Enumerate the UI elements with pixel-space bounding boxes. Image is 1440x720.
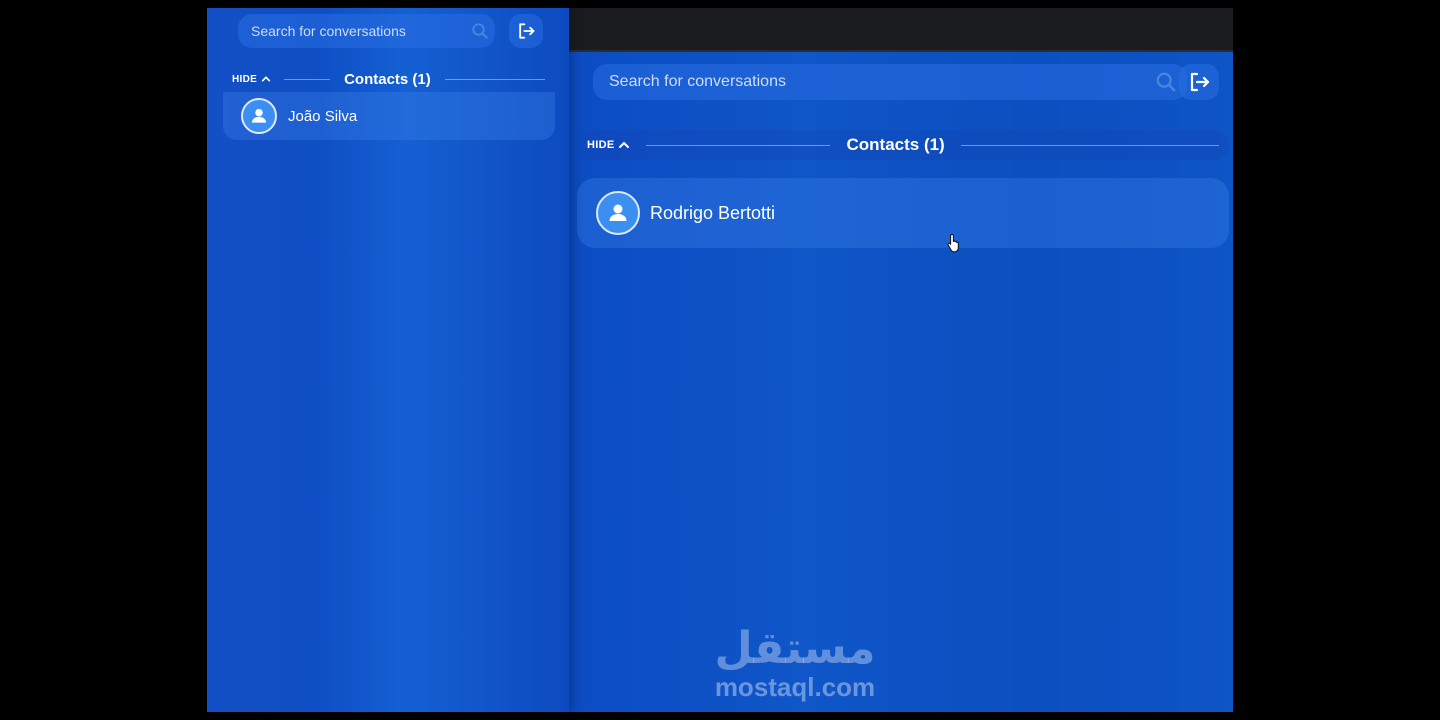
logout-icon — [1187, 70, 1211, 94]
main-contacts-header: HIDE Contacts (1) — [577, 130, 1229, 160]
search-icon[interactable] — [1155, 71, 1177, 93]
app-window: ions HIDE Contacts (1) — [207, 8, 1233, 712]
sidebar-section-title: Contacts (1) — [344, 70, 431, 88]
contact-name: João Silva — [288, 107, 358, 125]
main-section-title: Contacts (1) — [846, 135, 945, 154]
sidebar-search-input[interactable] — [249, 22, 471, 40]
hand-cursor-icon — [947, 233, 963, 258]
main-hide-label: HIDE — [587, 139, 615, 151]
main-search-input[interactable] — [607, 72, 1155, 92]
chevron-up-icon — [618, 139, 630, 151]
logout-icon — [516, 21, 536, 41]
contact-item[interactable]: João Silva — [223, 92, 555, 140]
contact-name: Rodrigo Bertotti — [650, 202, 776, 223]
divider-left — [284, 78, 331, 80]
sidebar-search-box — [238, 14, 495, 48]
divider-right — [960, 144, 1219, 146]
contact-item[interactable]: Rodrigo Bertotti — [577, 178, 1229, 248]
sidebar-hide-toggle[interactable]: HIDE — [232, 74, 271, 85]
user-icon — [606, 201, 630, 225]
main-search-box — [593, 64, 1187, 100]
main-hide-toggle[interactable]: HIDE — [587, 139, 630, 151]
chevron-up-icon — [261, 74, 271, 84]
divider-left — [646, 144, 831, 146]
sidebar-panel: HIDE Contacts (1) João Silva — [207, 8, 569, 712]
search-icon[interactable] — [471, 22, 489, 40]
sidebar-contacts-header: HIDE Contacts (1) — [223, 68, 553, 90]
main-panel: HIDE Contacts (1) Rodrigo Bertotti — [569, 52, 1233, 712]
sidebar-logout-button[interactable] — [509, 14, 543, 48]
divider-right — [444, 78, 545, 80]
avatar — [596, 191, 640, 235]
avatar — [241, 98, 277, 134]
main-logout-button[interactable] — [1179, 64, 1219, 100]
sidebar-hide-label: HIDE — [232, 73, 258, 85]
user-icon — [249, 106, 269, 126]
